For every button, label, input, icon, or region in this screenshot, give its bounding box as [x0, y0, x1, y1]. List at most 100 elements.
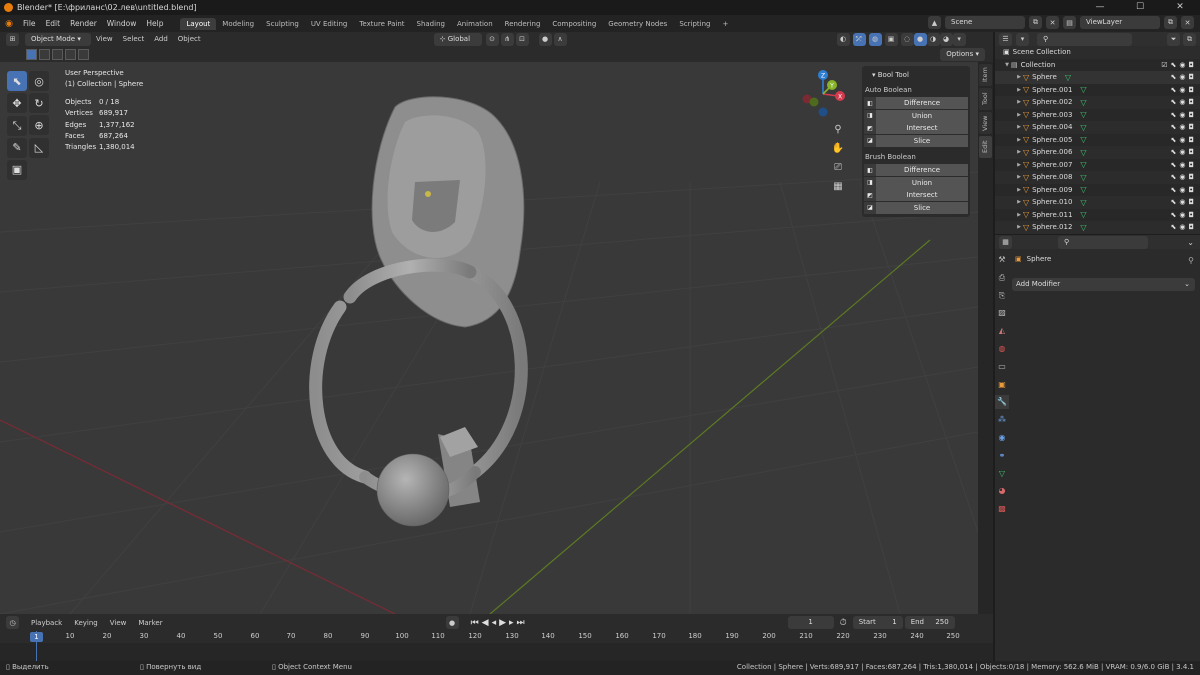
shading-options-icon[interactable]: ▾: [952, 32, 966, 46]
outliner-item[interactable]: ▶ ▽ Sphere.007 ▽ ⬉ ◉ ◘: [995, 159, 1200, 172]
camera-view-icon[interactable]: ⎚: [830, 160, 846, 176]
move-icon[interactable]: ✥: [7, 93, 27, 113]
tab-modeling[interactable]: Modeling: [216, 18, 260, 30]
tab-view[interactable]: View: [979, 112, 992, 134]
visibility-icon[interactable]: ◐: [836, 32, 850, 46]
editor-type-icon[interactable]: ⊞: [6, 32, 19, 46]
modifier-tab-icon[interactable]: 🔧: [995, 395, 1009, 410]
maximize-button[interactable]: ☐: [1120, 0, 1160, 15]
outliner-item[interactable]: ▶ ▽ Sphere.004 ▽ ⬉ ◉ ◘: [995, 121, 1200, 134]
gizmo-toggle-icon[interactable]: ⤱: [852, 32, 866, 46]
auto-slice-button[interactable]: ◪ Slice: [864, 134, 968, 147]
brush-union-button[interactable]: ◨ Union: [864, 176, 968, 189]
select-mode-invert-icon[interactable]: [65, 48, 76, 60]
new-viewlayer-icon[interactable]: ⧉: [1164, 16, 1177, 29]
overlay-toggle-icon[interactable]: ◍: [868, 32, 882, 46]
outliner-item[interactable]: ▶ ▽ Sphere.002 ▽ ⬉ ◉ ◘: [995, 96, 1200, 109]
tab-item[interactable]: Item: [979, 64, 992, 86]
particles-tab-icon[interactable]: ⁂: [995, 413, 1009, 427]
transform-icon[interactable]: ⊕: [29, 115, 49, 135]
menu-object[interactable]: Object: [173, 35, 206, 43]
brush-slice-button[interactable]: ◪ Slice: [864, 201, 968, 214]
brush-difference-button[interactable]: ◧ Difference: [864, 164, 968, 176]
falloff-icon[interactable]: ∧: [553, 32, 567, 46]
blender-menu-icon[interactable]: ◉: [0, 19, 18, 29]
shading-material-icon[interactable]: ◑: [926, 32, 940, 46]
viewlayer-field[interactable]: ViewLayer: [1080, 16, 1160, 29]
delete-scene-icon[interactable]: ✕: [1046, 16, 1059, 29]
options-dropdown[interactable]: Options ▾: [940, 47, 985, 61]
navigation-gizmo[interactable]: Z X Y: [798, 66, 848, 122]
display-mode-icon[interactable]: ▾: [1016, 32, 1029, 46]
perspective-grid-icon[interactable]: ▦: [830, 179, 846, 195]
add-modifier-dropdown[interactable]: Add Modifier ⌄: [1012, 278, 1195, 291]
tab-layout[interactable]: Layout: [180, 17, 217, 30]
outliner-scene-collection[interactable]: ▣ Scene Collection: [995, 46, 1200, 59]
snap-icon[interactable]: ⋔: [500, 32, 514, 46]
properties-search-input[interactable]: ⚲: [1058, 235, 1148, 249]
outliner-collection[interactable]: ▼ ▤ Collection ☑ ⬉ ◉ ◘: [995, 59, 1200, 72]
close-button[interactable]: ✕: [1160, 0, 1200, 15]
outliner-item[interactable]: ▶ ▽ Sphere.001 ▽ ⬉ ◉ ◘: [995, 84, 1200, 97]
select-mode-extend-icon[interactable]: [39, 48, 50, 60]
shading-rendered-icon[interactable]: ◕: [939, 32, 953, 46]
outliner-item[interactable]: ▶ ▽ Sphere.012 ▽ ⬉ ◉ ◘: [995, 221, 1200, 234]
add-cube-icon[interactable]: ▣: [7, 159, 27, 180]
menu-window[interactable]: Window: [102, 19, 142, 28]
outliner-item[interactable]: ▶ ▽ Sphere.010 ▽ ⬉ ◉ ◘: [995, 196, 1200, 209]
timeline-body[interactable]: [0, 643, 993, 661]
menu-marker[interactable]: Marker: [132, 619, 168, 627]
menu-view[interactable]: View: [91, 35, 118, 43]
record-icon[interactable]: ●: [445, 616, 459, 629]
tab-shading[interactable]: Shading: [411, 18, 451, 30]
stopwatch-icon[interactable]: ⏱: [840, 618, 847, 628]
menu-select[interactable]: Select: [118, 35, 150, 43]
panel-options-icon[interactable]: ⌄: [1187, 238, 1194, 247]
xray-icon[interactable]: ▣: [884, 32, 898, 46]
pan-hand-icon[interactable]: ✋: [830, 141, 846, 157]
scene-field[interactable]: Scene: [945, 16, 1025, 29]
new-collection-icon[interactable]: ⧉: [1183, 32, 1196, 46]
object-tab-icon[interactable]: ▣: [995, 378, 1009, 392]
shading-solid-icon[interactable]: ●: [913, 32, 927, 46]
end-frame-field[interactable]: End 250: [904, 616, 955, 629]
shading-wireframe-icon[interactable]: ◌: [900, 32, 914, 46]
pin-icon[interactable]: ⚲: [1188, 256, 1194, 265]
3d-viewport[interactable]: ⬉ ◎ ✥ ↻ ⤡ ⊕ ✎ ◺ ▣ User Perspective (1) Colle…: [0, 62, 978, 614]
menu-render[interactable]: Render: [65, 19, 102, 28]
physics-tab-icon[interactable]: ◉: [995, 431, 1009, 445]
tab-tool[interactable]: Tool: [979, 88, 992, 110]
current-frame-field[interactable]: 1: [787, 616, 834, 629]
select-box-icon[interactable]: ⬉: [7, 71, 27, 91]
world-tab-icon[interactable]: ◍: [995, 342, 1009, 356]
select-mode-new-icon[interactable]: [26, 48, 37, 60]
select-mode-intersect-icon[interactable]: [78, 48, 89, 60]
measure-icon[interactable]: ◺: [29, 137, 49, 158]
auto-intersect-button[interactable]: ◩ Intersect: [864, 122, 968, 134]
constraints-tab-icon[interactable]: ⚭: [995, 449, 1009, 463]
menu-playback[interactable]: Playback: [25, 619, 68, 627]
tool-tab-icon[interactable]: ⚒: [995, 253, 1009, 267]
select-mode-subtract-icon[interactable]: [52, 48, 63, 60]
outliner-search-input[interactable]: ⚲: [1037, 32, 1132, 46]
properties-type-icon[interactable]: ▦: [999, 235, 1012, 249]
outliner-item[interactable]: ▶ ▽ Sphere.011 ▽ ⬉ ◉ ◘: [995, 209, 1200, 222]
auto-difference-button[interactable]: ◧ Difference: [864, 97, 968, 109]
view-layer-tab-icon[interactable]: ▨: [995, 306, 1009, 320]
scale-icon[interactable]: ⤡: [7, 115, 27, 136]
material-tab-icon[interactable]: ◕: [995, 484, 1009, 498]
outliner-item[interactable]: ▶ ▽ Sphere ▽ ⬉ ◉ ◘: [995, 71, 1200, 84]
outliner-item[interactable]: ▶ ▽ Sphere.008 ▽ ⬉ ◉ ◘: [995, 171, 1200, 184]
auto-union-button[interactable]: ◨ Union: [864, 109, 968, 122]
brush-intersect-button[interactable]: ◩ Intersect: [864, 189, 968, 201]
menu-view[interactable]: View: [104, 619, 133, 627]
tab-rendering[interactable]: Rendering: [499, 18, 547, 30]
timeline-type-icon[interactable]: ◷: [6, 616, 19, 629]
tab-texture-paint[interactable]: Texture Paint: [353, 18, 410, 30]
pivot-icon[interactable]: ⊙: [485, 32, 499, 46]
render-tab-icon[interactable]: ⎙: [995, 271, 1009, 285]
viewlayer-icon[interactable]: ▤: [1063, 16, 1076, 29]
tab-uv-editing[interactable]: UV Editing: [305, 18, 354, 30]
filter-icon[interactable]: ⏷: [1167, 32, 1180, 46]
collection-tab-icon[interactable]: ▭: [995, 360, 1009, 374]
